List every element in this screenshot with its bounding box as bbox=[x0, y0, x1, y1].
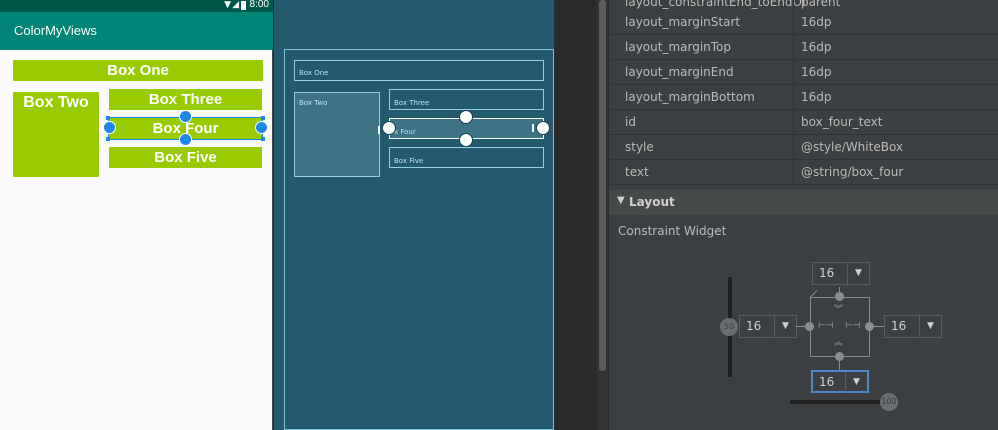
constraint-handle-bottom[interactable] bbox=[179, 133, 192, 146]
blueprint-box-five[interactable]: Box Five bbox=[389, 147, 544, 168]
column-divider bbox=[793, 135, 794, 160]
constraint-dot-top[interactable] bbox=[835, 292, 844, 301]
collapse-triangle-icon[interactable]: ▼ bbox=[617, 195, 625, 206]
box-two[interactable]: Box Two bbox=[13, 92, 99, 177]
blueprint-resize-handle-left[interactable] bbox=[378, 126, 380, 134]
attribute-row[interactable]: layout_marginBottom 16dp bbox=[609, 85, 998, 110]
android-studio-layout-editor: ▼ ◢ 8:00 ColorMyViews Box One Box Two Bo… bbox=[0, 0, 998, 430]
column-divider bbox=[793, 10, 794, 35]
attribute-value[interactable]: @style/WhiteBox bbox=[801, 140, 903, 154]
constraint-dot-left[interactable] bbox=[805, 322, 814, 331]
attribute-value[interactable]: 16dp bbox=[801, 40, 832, 54]
margin-right-dropdown[interactable]: 16 ▼ bbox=[884, 315, 942, 338]
status-time: 8:00 bbox=[249, 0, 269, 10]
resize-handle-top-right[interactable] bbox=[261, 116, 265, 120]
attribute-row[interactable]: id box_four_text bbox=[609, 110, 998, 135]
vertical-bias-knob[interactable]: 50 bbox=[720, 318, 738, 336]
chevron-up-icon[interactable]: ︽ bbox=[834, 339, 843, 348]
attribute-value[interactable]: parent bbox=[801, 0, 840, 9]
attribute-name: layout_marginBottom bbox=[625, 90, 755, 104]
blueprint-constraint-handle-top[interactable] bbox=[459, 110, 473, 124]
chevron-down-icon: ▼ bbox=[774, 316, 796, 337]
attribute-row[interactable]: layout_marginTop 16dp bbox=[609, 35, 998, 60]
blueprint-box-two[interactable]: Box Two bbox=[294, 92, 380, 177]
blueprint-box-three[interactable]: Box Three bbox=[389, 89, 544, 110]
attribute-name: id bbox=[625, 115, 636, 129]
chevron-down-icon: ▼ bbox=[845, 372, 867, 393]
attribute-name: layout_marginTop bbox=[625, 40, 732, 54]
margin-left-dropdown[interactable]: 16 ▼ bbox=[739, 315, 797, 338]
attribute-row[interactable]: text @string/box_four bbox=[609, 160, 998, 185]
blueprint-box-one[interactable]: Box One bbox=[294, 60, 544, 81]
attribute-row[interactable]: layout_marginStart 16dp bbox=[609, 10, 998, 35]
design-view[interactable]: ▼ ◢ 8:00 ColorMyViews Box One Box Two Bo… bbox=[0, 0, 273, 430]
attribute-value[interactable]: @string/box_four bbox=[801, 165, 903, 179]
blueprint-constraint-handle-left[interactable] bbox=[382, 121, 396, 135]
margin-top-dropdown[interactable]: 16 ▼ bbox=[812, 262, 870, 285]
constraint-handle-top[interactable] bbox=[179, 110, 192, 123]
fixed-width-right-icon[interactable]: ⊢⊣ bbox=[845, 322, 861, 331]
constraint-dot-right[interactable] bbox=[865, 322, 874, 331]
margin-bottom-dropdown[interactable]: 16 ▼ bbox=[811, 370, 869, 393]
attribute-value[interactable]: 16dp bbox=[801, 15, 832, 29]
box-three[interactable]: Box Three bbox=[109, 89, 262, 110]
margin-right-value: 16 bbox=[891, 319, 907, 333]
attribute-name: style bbox=[625, 140, 654, 154]
horizontal-bias-slider[interactable] bbox=[790, 400, 890, 404]
blueprint-resize-handle-right[interactable] bbox=[532, 124, 534, 132]
battery-icon bbox=[241, 1, 246, 10]
chevron-down-icon[interactable]: ︾ bbox=[834, 306, 843, 315]
attribute-name: layout_constraintEnd_toEndOf bbox=[625, 0, 807, 9]
column-divider bbox=[793, 60, 794, 85]
chevron-down-icon: ▼ bbox=[919, 316, 941, 337]
attribute-row[interactable]: layout_marginEnd 16dp bbox=[609, 60, 998, 85]
margin-bottom-value: 16 bbox=[819, 375, 835, 389]
constraint-handle-left[interactable] bbox=[103, 121, 116, 134]
blueprint-constraint-handle-right[interactable] bbox=[536, 121, 550, 135]
layout-section-title: Layout bbox=[629, 195, 675, 209]
chevron-down-icon: ▼ bbox=[847, 263, 869, 284]
resize-handle-bottom-left[interactable] bbox=[106, 137, 110, 141]
signal-icon: ◢ bbox=[232, 0, 239, 10]
attribute-value[interactable]: box_four_text bbox=[801, 115, 882, 129]
constraint-dot-bottom[interactable] bbox=[835, 352, 844, 361]
fixed-width-left-icon[interactable]: ⊢⊣ bbox=[818, 322, 834, 331]
app-bar: ColorMyViews bbox=[0, 12, 273, 50]
attribute-name: text bbox=[625, 165, 649, 179]
constraint-handle-right[interactable] bbox=[255, 121, 268, 134]
column-divider bbox=[793, 160, 794, 185]
attribute-name: layout_marginEnd bbox=[625, 65, 734, 79]
attribute-row[interactable]: style @style/WhiteBox bbox=[609, 135, 998, 160]
wifi-icon: ▼ bbox=[224, 0, 231, 10]
canvas-scrollbar-thumb[interactable] bbox=[599, 0, 606, 371]
column-divider bbox=[793, 35, 794, 60]
layout-section-header[interactable]: ▼ Layout bbox=[609, 190, 998, 215]
box-five[interactable]: Box Five bbox=[109, 147, 262, 168]
attribute-value[interactable]: 16dp bbox=[801, 65, 832, 79]
margin-top-value: 16 bbox=[819, 266, 835, 280]
attribute-value[interactable]: 16dp bbox=[801, 90, 832, 104]
column-divider bbox=[793, 110, 794, 135]
app-title: ColorMyViews bbox=[14, 23, 97, 38]
resize-handle-top-left[interactable] bbox=[106, 116, 110, 120]
margin-left-value: 16 bbox=[746, 319, 762, 333]
blueprint-constraint-handle-bottom[interactable] bbox=[459, 133, 473, 147]
horizontal-bias-knob[interactable]: 100 bbox=[880, 393, 898, 411]
column-divider bbox=[793, 85, 794, 110]
box-one[interactable]: Box One bbox=[13, 60, 263, 81]
constraint-widget-label: Constraint Widget bbox=[618, 224, 727, 238]
status-bar: ▼ ◢ 8:00 bbox=[0, 0, 273, 12]
resize-handle-bottom-right[interactable] bbox=[261, 137, 265, 141]
attribute-name: layout_marginStart bbox=[625, 15, 741, 29]
